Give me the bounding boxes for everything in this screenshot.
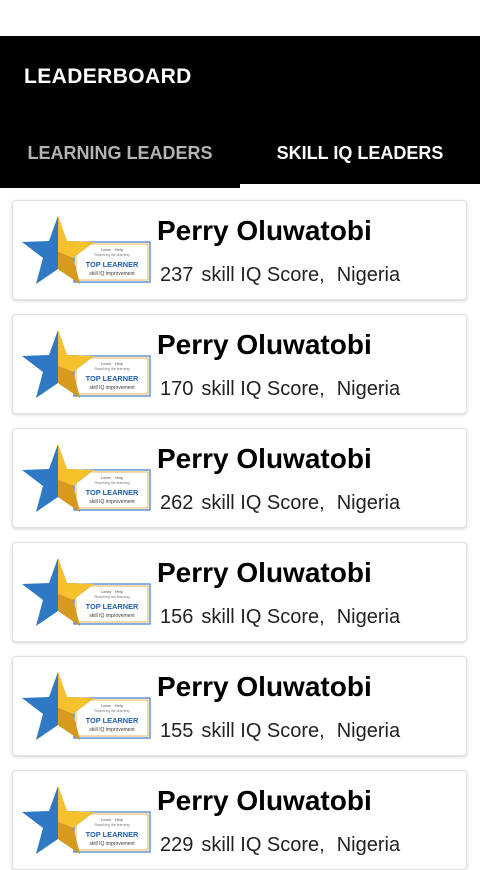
top-learner-badge-icon: Learn · Help Reaching the learning TOP L… — [22, 558, 151, 626]
leader-name: Perry Oluwatobi — [157, 443, 372, 474]
leader-country: Nigeria — [336, 264, 401, 286]
badge-line2: Reaching the learning — [95, 481, 130, 485]
leader-score: 155 — [160, 720, 194, 742]
badge-subtitle: skill IQ improvement — [89, 385, 135, 391]
tab-bar: LEARNING LEADERS SKILL IQ LEADERS — [0, 120, 480, 188]
tab-indicator — [240, 184, 480, 188]
tab-skill-iq-leaders[interactable]: SKILL IQ LEADERS — [240, 120, 480, 188]
badge-line2: Reaching the learning — [95, 823, 130, 827]
leader-score: 229 — [160, 834, 194, 856]
leader-score-line: 156 skill IQ Score, Nigeria — [160, 606, 408, 629]
app-bar: LEADERBOARD — [0, 36, 480, 120]
badge-subtitle: skill IQ improvement — [89, 841, 135, 847]
top-learner-badge-icon: Learn · Help Reaching the learning TOP L… — [22, 216, 151, 284]
badge-title: TOP LEARNER — [86, 374, 139, 383]
badge-line2: Reaching the learning — [95, 367, 130, 371]
badge-line1: Learn · Help — [101, 817, 124, 822]
badge-line1: Learn · Help — [101, 589, 124, 594]
leader-score-label: skill IQ Score, — [201, 264, 325, 286]
leader-name: Perry Oluwatobi — [157, 671, 372, 702]
badge-subtitle: skill IQ improvement — [89, 499, 135, 505]
leader-score-label: skill IQ Score, — [201, 606, 325, 628]
leader-name: Perry Oluwatobi — [157, 557, 372, 588]
leader-country: Nigeria — [336, 834, 401, 856]
leader-score-label: skill IQ Score, — [201, 492, 325, 514]
leader-card[interactable]: Learn · Help Reaching the learning TOP L… — [12, 542, 467, 642]
leader-score-line: 155 skill IQ Score, Nigeria — [160, 720, 408, 743]
leader-country: Nigeria — [336, 606, 401, 628]
leader-score: 170 — [160, 378, 194, 400]
badge-title: TOP LEARNER — [86, 716, 139, 725]
badge-line1: Learn · Help — [101, 247, 124, 252]
badge-line2: Reaching the learning — [95, 253, 130, 257]
leader-country: Nigeria — [336, 720, 401, 742]
top-learner-badge-icon: Learn · Help Reaching the learning TOP L… — [22, 786, 151, 854]
badge-title: TOP LEARNER — [86, 260, 139, 269]
leader-country: Nigeria — [336, 492, 401, 514]
page-title: LEADERBOARD — [24, 65, 192, 88]
badge-subtitle: skill IQ improvement — [89, 613, 135, 619]
leader-country: Nigeria — [336, 378, 401, 400]
tab-learning-leaders[interactable]: LEARNING LEADERS — [0, 120, 240, 188]
badge-title: TOP LEARNER — [86, 830, 139, 839]
leader-card[interactable]: Learn · Help Reaching the learning TOP L… — [12, 200, 467, 300]
badge-line1: Learn · Help — [101, 475, 124, 480]
leader-score-line: 262 skill IQ Score, Nigeria — [160, 492, 408, 515]
leader-score-label: skill IQ Score, — [201, 720, 325, 742]
leader-card[interactable]: Learn · Help Reaching the learning TOP L… — [12, 314, 467, 414]
top-learner-badge-icon: Learn · Help Reaching the learning TOP L… — [22, 444, 151, 512]
badge-line2: Reaching the learning — [95, 709, 130, 713]
leader-score-label: skill IQ Score, — [201, 834, 325, 856]
leader-name: Perry Oluwatobi — [157, 329, 372, 360]
badge-line1: Learn · Help — [101, 361, 124, 366]
status-bar — [0, 0, 480, 36]
top-learner-badge-icon: Learn · Help Reaching the learning TOP L… — [22, 672, 151, 740]
leader-name: Perry Oluwatobi — [157, 215, 372, 246]
leader-score: 237 — [160, 264, 194, 286]
badge-line1: Learn · Help — [101, 703, 124, 708]
leader-score: 156 — [160, 606, 194, 628]
badge-subtitle: skill IQ improvement — [89, 271, 135, 277]
badge-subtitle: skill IQ improvement — [89, 727, 135, 733]
badge-title: TOP LEARNER — [86, 488, 139, 497]
leader-score-label: skill IQ Score, — [201, 378, 325, 400]
leader-score-line: 237 skill IQ Score, Nigeria — [160, 264, 408, 287]
leader-name: Perry Oluwatobi — [157, 785, 372, 816]
badge-line2: Reaching the learning — [95, 595, 130, 599]
leader-card[interactable]: Learn · Help Reaching the learning TOP L… — [12, 428, 467, 528]
badge-title: TOP LEARNER — [86, 602, 139, 611]
leader-card[interactable]: Learn · Help Reaching the learning TOP L… — [12, 656, 467, 756]
leader-score-line: 170 skill IQ Score, Nigeria — [160, 378, 408, 401]
leader-card[interactable]: Learn · Help Reaching the learning TOP L… — [12, 770, 467, 870]
top-learner-badge-icon: Learn · Help Reaching the learning TOP L… — [22, 330, 151, 398]
leader-score: 262 — [160, 492, 194, 514]
